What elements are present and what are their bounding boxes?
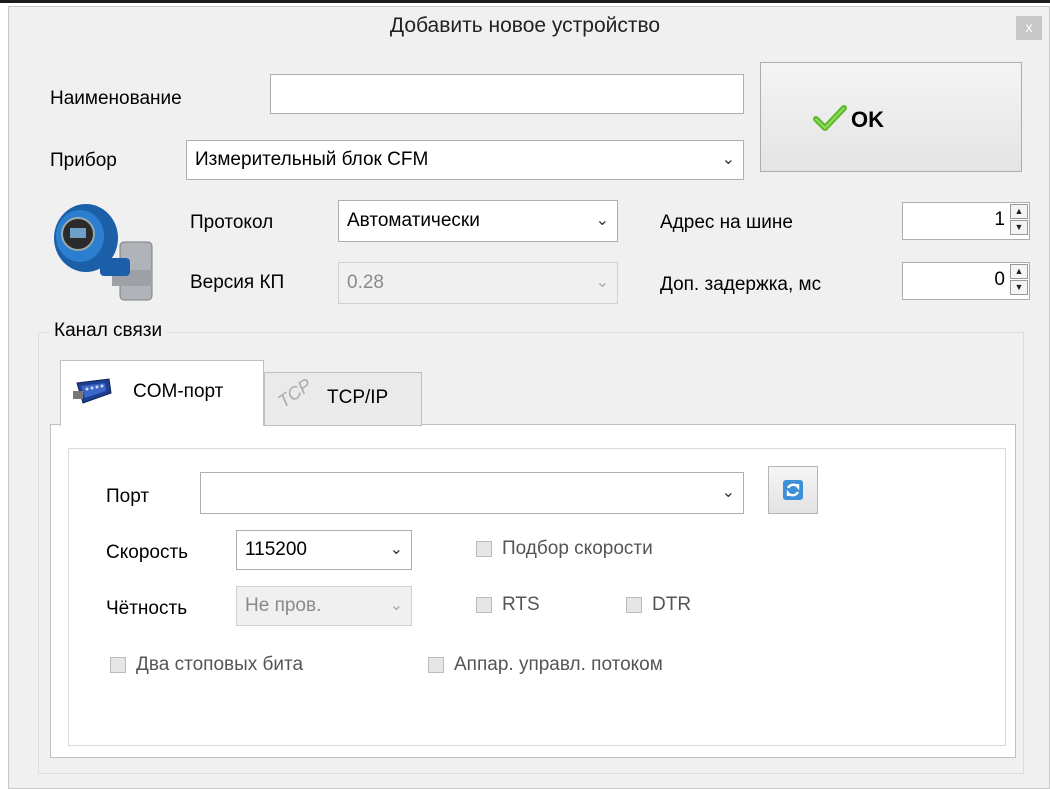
device-select-value: Измерительный блок CFM	[195, 149, 429, 170]
two-stop-bits-checkbox[interactable]: Два стоповых бита	[110, 654, 303, 676]
two-stop-bits-label: Два стоповых бита	[136, 654, 304, 675]
chevron-down-icon: ⌄	[389, 541, 403, 558]
window-title: Добавить новое устройство	[389, 14, 661, 37]
bus-address-spinner[interactable]: 1 ▲ ▼	[902, 202, 1030, 240]
spinner-arrows[interactable]: ▲ ▼	[1010, 204, 1028, 236]
chevron-down-icon: ⌄	[595, 212, 609, 229]
tab-tcp-ip-label: TCP/IP	[327, 387, 389, 408]
tab-tcp-ip[interactable]: TCP TCP/IP	[264, 372, 422, 426]
refresh-ports-button[interactable]	[768, 466, 818, 514]
version-select-value: 0.28	[347, 272, 384, 293]
spinner-arrows[interactable]: ▲ ▼	[1010, 264, 1028, 296]
checkbox-box[interactable]	[110, 657, 126, 673]
checkbox-box[interactable]	[626, 597, 642, 613]
check-icon	[813, 105, 847, 131]
checkbox-box[interactable]	[428, 657, 444, 673]
rts-checkbox[interactable]: RTS	[476, 594, 540, 616]
chevron-down-icon: ⌄	[595, 274, 609, 291]
title-bar[interactable]: Добавить новое устройство x	[0, 0, 1050, 50]
device-label: Прибор	[50, 150, 117, 171]
chevron-down-icon: ⌄	[389, 597, 403, 614]
delay-label: Доп. задержка, мс	[660, 274, 822, 295]
protocol-label: Протокол	[190, 212, 274, 233]
speed-label: Скорость	[106, 542, 189, 563]
device-select[interactable]: Измерительный блок CFM ⌄	[186, 140, 744, 180]
version-label: Версия КП	[190, 272, 285, 293]
delay-value: 0	[994, 269, 1005, 290]
flow-control-label: Аппар. управл. потоком	[454, 654, 663, 675]
auto-speed-checkbox[interactable]: Подбор скорости	[476, 538, 653, 560]
checkbox-box[interactable]	[476, 541, 492, 557]
auto-speed-label: Подбор скорости	[502, 538, 653, 559]
dtr-label: DTR	[652, 594, 692, 615]
spin-up-icon[interactable]: ▲	[1010, 264, 1028, 279]
protocol-select-value: Автоматически	[347, 210, 480, 231]
spin-down-icon[interactable]: ▼	[1010, 220, 1028, 235]
port-select[interactable]: ⌄	[200, 472, 744, 514]
port-label: Порт	[106, 486, 150, 507]
delay-spinner[interactable]: 0 ▲ ▼	[902, 262, 1030, 300]
name-input[interactable]	[270, 74, 744, 114]
spin-up-icon[interactable]: ▲	[1010, 204, 1028, 219]
checkbox-box[interactable]	[476, 597, 492, 613]
bus-address-label: Адрес на шине	[660, 212, 793, 233]
rts-label: RTS	[502, 594, 540, 615]
serial-port-icon	[73, 378, 112, 404]
ok-label: OK	[851, 107, 884, 132]
flowmeter-device-icon	[54, 204, 153, 301]
speed-select-value: 115200	[245, 539, 307, 560]
refresh-icon	[783, 480, 803, 500]
channel-group-label: Канал связи	[50, 320, 167, 342]
tab-com-port-label: COM-порт	[133, 381, 224, 402]
tcp-icon: TCP	[274, 374, 316, 412]
name-label: Наименование	[50, 88, 182, 109]
spin-down-icon[interactable]: ▼	[1010, 280, 1028, 295]
chevron-down-icon: ⌄	[721, 151, 735, 168]
ok-button[interactable]: OK	[760, 62, 1022, 172]
parity-select-value: Не пров.	[245, 595, 322, 616]
version-select[interactable]: 0.28 ⌄	[338, 262, 618, 304]
parity-label: Чётность	[106, 598, 188, 619]
close-button[interactable]: x	[1016, 16, 1042, 40]
chevron-down-icon: ⌄	[721, 484, 735, 501]
tab-com-port[interactable]: COM-порт	[60, 360, 264, 426]
flow-control-checkbox[interactable]: Аппар. управл. потоком	[428, 654, 663, 676]
ok-button-content: OK	[813, 105, 884, 133]
speed-select[interactable]: 115200 ⌄	[236, 530, 412, 570]
protocol-select[interactable]: Автоматически ⌄	[338, 200, 618, 242]
parity-select[interactable]: Не пров. ⌄	[236, 586, 412, 626]
bus-address-value: 1	[994, 209, 1005, 230]
dtr-checkbox[interactable]: DTR	[626, 594, 691, 616]
